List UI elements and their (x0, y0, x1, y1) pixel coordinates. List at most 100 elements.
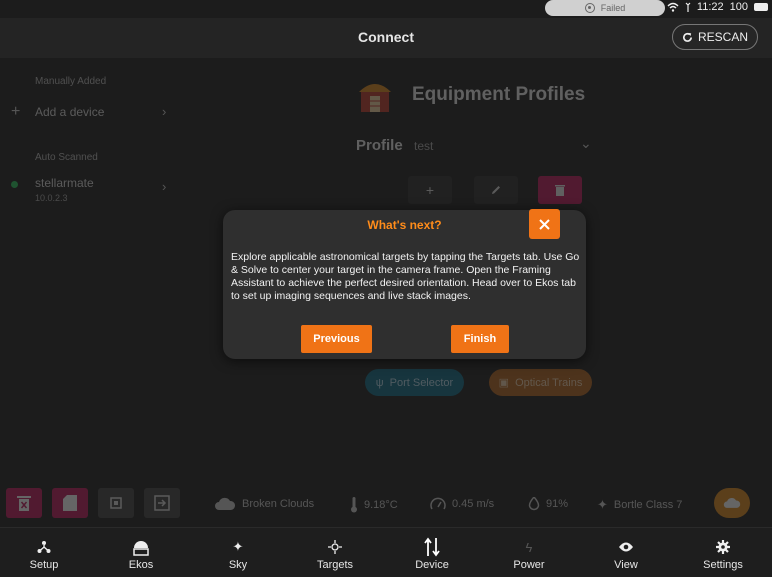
settings-icon (716, 538, 730, 556)
failed-status-label: Failed (600, 3, 626, 13)
sd-card-icon (63, 495, 77, 511)
whats-next-dialog: What's next? Explore applicable astronom… (223, 209, 586, 359)
exit-icon (154, 495, 170, 511)
plus-icon: + (11, 103, 21, 120)
nav-setup[interactable]: Setup (0, 528, 92, 577)
nav-targets[interactable]: Targets (287, 528, 383, 577)
add-profile-button[interactable]: + (408, 176, 452, 204)
system-status-bar: Failed 11:22 100 (0, 0, 772, 18)
page-title: Connect (358, 29, 414, 45)
close-icon (539, 218, 550, 230)
nav-sky-label: Sky (228, 559, 248, 571)
sparkle-icon: ✦ (597, 497, 608, 512)
failed-status-icon (584, 3, 595, 13)
clear-button[interactable] (6, 488, 42, 518)
observatory-icon (359, 84, 391, 112)
equipment-profiles-title: Equipment Profiles (412, 84, 586, 105)
ekos-icon (132, 538, 150, 556)
scanned-device-row[interactable]: stellarmate 10.0.2.3 › (0, 171, 190, 207)
nav-device-label: Device (415, 559, 449, 571)
nav-settings-label: Settings (703, 559, 743, 571)
trash-icon (555, 185, 565, 196)
clock: 11:22 (696, 1, 724, 13)
port-selector-label: Port Selector (389, 376, 454, 389)
cpu-button[interactable] (98, 488, 134, 518)
manual-section-title: Manually Added (35, 76, 107, 87)
nav-view[interactable]: View (578, 528, 674, 577)
cpu-icon (110, 497, 122, 509)
sky-icon: ✦ (232, 539, 244, 554)
device-ip: 10.0.2.3 (35, 193, 68, 203)
dialog-body: Explore applicable astronomical targets … (231, 251, 580, 302)
add-device-label: Add a device (35, 105, 105, 119)
device-icon (424, 537, 440, 557)
plus-icon: + (425, 182, 435, 198)
weather-condition: Broken Clouds (214, 497, 314, 511)
battery-icon (754, 3, 768, 11)
trash-x-icon (17, 496, 31, 511)
nav-setup-label: Setup (29, 559, 59, 571)
online-status-dot (11, 181, 18, 188)
usb-icon: ψ (375, 376, 384, 389)
profile-label: Profile (356, 137, 403, 154)
nav-sky[interactable]: ✦ Sky (190, 528, 286, 577)
chevron-right-icon: › (162, 179, 167, 194)
temperature-value: 9.18°C (364, 499, 398, 511)
battery-level: 100 (729, 1, 748, 13)
nav-settings[interactable]: Settings (675, 528, 771, 577)
chevron-down-icon[interactable]: ⌄ (580, 135, 592, 152)
delete-profile-button[interactable] (538, 176, 582, 204)
nav-power-label: Power (513, 559, 545, 571)
bottom-navigation: Setup Ekos ✦ Sky Targets Device ϟ Power (0, 527, 772, 577)
optical-trains-button[interactable]: ▣ Optical Trains (489, 369, 592, 396)
power-icon: ϟ (525, 539, 533, 555)
refresh-icon (683, 32, 692, 42)
wind-speed-value: 0.45 m/s (452, 498, 495, 510)
nav-device[interactable]: Device (384, 528, 480, 577)
thermometer-icon (351, 497, 357, 513)
antenna-icon (685, 2, 691, 12)
bortle-class-value: Bortle Class 7 (613, 499, 683, 511)
device-list-panel: Manually Added + Add a device › Auto Sca… (0, 58, 190, 498)
humidity-value: 91% (546, 498, 569, 510)
failed-status-pill[interactable]: Failed (545, 0, 665, 16)
bortle-class: ✦ Bortle Class 7 (597, 497, 682, 513)
weather-condition-label: Broken Clouds (242, 498, 315, 510)
rescan-button[interactable]: RESCAN (672, 24, 758, 50)
optical-trains-label: Optical Trains (515, 376, 583, 389)
cloud-icon (723, 497, 741, 508)
view-icon (618, 538, 634, 556)
sd-card-button[interactable] (52, 488, 88, 518)
humidity: 91% (528, 497, 568, 511)
speedometer-icon (430, 497, 446, 510)
device-name: stellarmate (35, 176, 94, 190)
profile-select[interactable]: test (414, 139, 433, 153)
add-device-row[interactable]: + Add a device › (0, 100, 190, 126)
app-bar: Connect RESCAN (0, 18, 772, 58)
previous-button[interactable]: Previous (301, 325, 372, 353)
exit-button[interactable] (144, 488, 180, 518)
port-selector-button[interactable]: ψ Port Selector (365, 369, 464, 396)
edit-profile-button[interactable] (474, 176, 518, 204)
wifi-icon (667, 2, 679, 12)
droplet-icon (528, 497, 540, 511)
pencil-icon (492, 186, 500, 194)
temperature: 9.18°C (350, 497, 398, 513)
app-root: Failed 11:22 100 Connect RESCAN Manually… (0, 0, 772, 577)
weather-cloud-button[interactable] (714, 488, 750, 518)
auto-section-title: Auto Scanned (35, 152, 98, 163)
nav-targets-label: Targets (316, 559, 354, 571)
train-icon: ▣ (498, 377, 510, 389)
system-indicators: 11:22 100 (667, 1, 768, 13)
finish-button[interactable]: Finish (451, 325, 509, 353)
nav-power[interactable]: ϟ Power (481, 528, 577, 577)
dialog-close-button[interactable] (529, 209, 560, 239)
nav-ekos[interactable]: Ekos (93, 528, 189, 577)
cloud-icon (215, 497, 236, 510)
nav-ekos-label: Ekos (128, 559, 154, 571)
rescan-label: RESCAN (697, 30, 748, 44)
targets-icon (328, 538, 342, 556)
chevron-right-icon: › (162, 104, 167, 119)
wind-speed: 0.45 m/s (430, 497, 494, 511)
nav-view-label: View (614, 559, 638, 571)
